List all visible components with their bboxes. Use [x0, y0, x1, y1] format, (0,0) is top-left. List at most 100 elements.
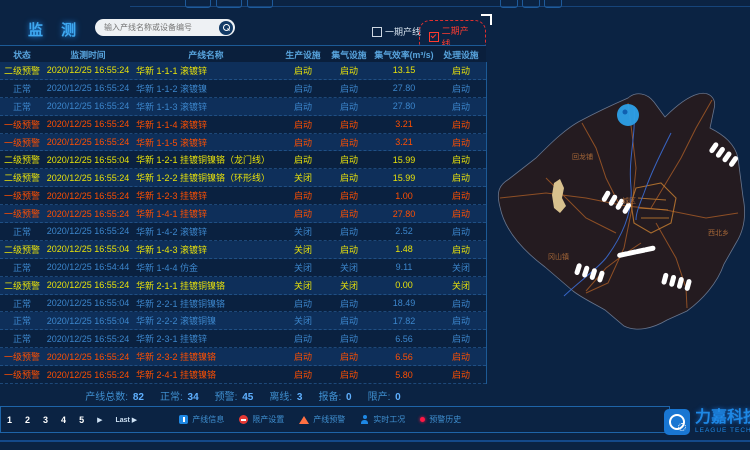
summary-bar: 产线总数: 82正常: 34预警: 45离线: 3报备: 0限产: 0: [0, 386, 486, 404]
status-cell: 正常: [0, 82, 44, 95]
legend-item-person[interactable]: 实时工况: [360, 414, 405, 425]
gas-facility-cell: 启动: [326, 153, 372, 166]
page-button[interactable]: 4: [61, 415, 66, 425]
status-cell: 正常: [0, 100, 44, 113]
treatment-cell: 启动: [436, 207, 486, 220]
table-row[interactable]: 正常2020/12/25 16:55:24华新 1-1-3 滚镀锌启动启动27.…: [0, 98, 486, 116]
prod-facility-cell: 启动: [280, 82, 326, 95]
map-town-label: 回龙铺: [572, 152, 593, 162]
page-button[interactable]: 1: [7, 415, 12, 425]
page-button[interactable]: 3: [43, 415, 48, 425]
prod-facility-cell: 启动: [280, 350, 326, 363]
prod-facility-cell: 关闭: [280, 279, 326, 292]
name-cell: 华新 2-2-2 滚镀铜镍: [132, 314, 280, 327]
prod-facility-cell: 关闭: [280, 171, 326, 184]
treatment-cell: 启动: [436, 64, 486, 77]
treatment-cell: 启动: [436, 171, 486, 184]
time-cell: 2020/12/25 16:55:24: [44, 280, 132, 290]
legend-item-red-dot[interactable]: 预警历史: [420, 414, 461, 425]
table-row[interactable]: 二级预警2020/12/25 16:55:04华新 1-4-3 滚镀锌关闭启动1…: [0, 241, 486, 259]
legend-label: 预警历史: [429, 414, 461, 425]
last-page-button[interactable]: Last ▶: [115, 416, 137, 424]
top-deco-shape: [185, 0, 211, 8]
prod-facility-cell: 启动: [280, 153, 326, 166]
phase1-label: 一期产线: [385, 25, 421, 38]
efficiency-cell: 17.82: [372, 316, 436, 326]
name-cell: 华新 1-1-3 滚镀锌: [132, 100, 280, 113]
table-row[interactable]: 二级预警2020/12/25 16:55:24华新 2-1-1 挂镀铜镍铬关闭关…: [0, 277, 486, 295]
checkbox-icon[interactable]: [372, 27, 382, 37]
status-cell: 一级预警: [0, 368, 44, 381]
status-cell: 二级预警: [0, 171, 44, 184]
efficiency-cell: 18.49: [372, 298, 436, 308]
monitor-table: 二级预警2020/12/25 16:55:24华新 1-1-1 滚镀锌启动启动1…: [0, 62, 487, 384]
treatment-cell: 启动: [436, 118, 486, 131]
table-row[interactable]: 二级预警2020/12/25 16:55:24华新 1-2-2 挂镀铜镍铬（环形…: [0, 169, 486, 187]
table-row[interactable]: 正常2020/12/25 16:55:24华新 1-4-2 滚镀锌关闭启动2.5…: [0, 223, 486, 241]
status-cell: 正常: [0, 225, 44, 238]
table-row[interactable]: 一级预警2020/12/25 16:55:24华新 2-4-1 挂镀镍铬启动启动…: [0, 366, 486, 384]
next-page-button[interactable]: ▶: [97, 416, 102, 424]
table-row[interactable]: 一级预警2020/12/25 16:55:24华新 1-1-4 滚镀锌启动启动3…: [0, 116, 486, 134]
page-button[interactable]: 5: [79, 415, 84, 425]
top-deco-shape: [544, 0, 562, 8]
district-map[interactable]: 回龙铺 城区 冈山镇 西北乡: [486, 48, 750, 398]
gas-facility-cell: 关闭: [326, 261, 372, 274]
search-icon[interactable]: [219, 21, 233, 35]
legend-item-no-entry[interactable]: 限产设置: [239, 414, 284, 425]
phase1-checkbox[interactable]: 一期产线: [372, 25, 421, 38]
time-cell: 2020/12/25 16:55:24: [44, 334, 132, 344]
table-row[interactable]: 一级预警2020/12/25 16:55:24华新 1-4-1 挂镀锌启动启动2…: [0, 205, 486, 223]
status-cell: 一级预警: [0, 136, 44, 149]
search-box[interactable]: [95, 19, 235, 36]
table-row[interactable]: 一级预警2020/12/25 16:55:24华新 2-3-2 挂镀镍铬启动启动…: [0, 348, 486, 366]
treatment-cell: 启动: [436, 243, 486, 256]
name-cell: 华新 1-1-5 滚镀锌: [132, 136, 280, 149]
table-row[interactable]: 一级预警2020/12/25 16:55:24华新 1-1-5 滚镀锌启动启动3…: [0, 134, 486, 152]
gas-facility-cell: 启动: [326, 332, 372, 345]
name-cell: 华新 1-1-1 滚镀锌: [132, 64, 280, 77]
efficiency-cell: 9.11: [372, 262, 436, 272]
prod-facility-cell: 启动: [280, 189, 326, 202]
efficiency-cell: 27.80: [372, 209, 436, 219]
gas-facility-cell: 启动: [326, 100, 372, 113]
name-cell: 华新 1-4-1 挂镀锌: [132, 207, 280, 220]
top-deco-shape: [522, 0, 540, 8]
name-cell: 华新 2-3-1 挂镀锌: [132, 332, 280, 345]
page-title: 监 测: [28, 19, 83, 40]
table-row[interactable]: 正常2020/12/25 16:55:24华新 1-1-2 滚镀镍启动启动27.…: [0, 80, 486, 98]
status-cell: 正常: [0, 261, 44, 274]
efficiency-cell: 3.21: [372, 119, 436, 129]
legend-item-info-square[interactable]: 产线信息: [179, 414, 224, 425]
page-button[interactable]: 2: [25, 415, 30, 425]
table-row[interactable]: 正常2020/12/25 16:55:24华新 2-3-1 挂镀锌启动启动6.5…: [0, 330, 486, 348]
table-row[interactable]: 二级预警2020/12/25 16:55:04华新 1-2-1 挂镀铜镍铬（龙门…: [0, 151, 486, 169]
legend-label: 产线信息: [192, 414, 224, 425]
table-row[interactable]: 一级预警2020/12/25 16:55:24华新 1-2-3 挂镀锌启动启动1…: [0, 187, 486, 205]
column-header: 集气设施: [326, 48, 372, 61]
treatment-cell: 关闭: [436, 279, 486, 292]
table-row[interactable]: 正常2020/12/25 16:55:04华新 2-2-2 滚镀铜镍关闭启动17…: [0, 312, 486, 330]
table-row[interactable]: 正常2020/12/25 16:55:04华新 2-2-1 挂镀铜镍铬启动启动1…: [0, 295, 486, 313]
prod-facility-cell: 启动: [280, 332, 326, 345]
gas-facility-cell: 启动: [326, 64, 372, 77]
table-row[interactable]: 正常2020/12/25 16:54:44华新 1-4-4 仿金关闭关闭9.11…: [0, 259, 486, 277]
name-cell: 华新 1-1-2 滚镀镍: [132, 82, 280, 95]
prod-facility-cell: 启动: [280, 118, 326, 131]
time-cell: 2020/12/25 16:55:04: [44, 316, 132, 326]
checked-checkbox-icon[interactable]: [429, 32, 439, 42]
search-input[interactable]: [95, 23, 219, 32]
status-cell: 二级预警: [0, 243, 44, 256]
table-row[interactable]: 二级预警2020/12/25 16:55:24华新 1-1-1 滚镀锌启动启动1…: [0, 62, 486, 80]
gas-facility-cell: 启动: [326, 207, 372, 220]
legend-item-warning-triangle[interactable]: 产线预警: [299, 414, 345, 425]
time-cell: 2020/12/25 16:55:04: [44, 155, 132, 165]
prod-facility-cell: 启动: [280, 368, 326, 381]
time-cell: 2020/12/25 16:55:24: [44, 226, 132, 236]
corner-bracket: [481, 14, 492, 25]
map-town-label: 城区: [622, 196, 636, 206]
treatment-cell: 启动: [436, 368, 486, 381]
column-header: 处理设施: [436, 48, 486, 61]
warning-triangle-icon: [299, 416, 309, 424]
no-entry-icon: [239, 415, 248, 424]
